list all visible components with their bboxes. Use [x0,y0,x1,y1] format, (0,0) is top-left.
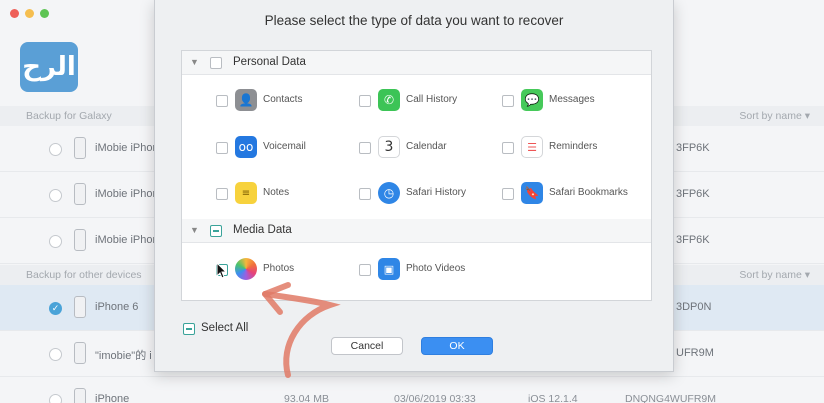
phone-icon [74,342,86,364]
row-radio[interactable] [49,394,62,403]
backup-size: 93.04 MB [284,393,329,403]
device-name: iPhone 6 [95,301,139,313]
select-all-checkbox[interactable] [183,323,195,335]
device-serial: UFR9M [676,347,714,359]
recover-data-dialog: Please select the type of data you want … [154,0,674,372]
messages-icon: 💬 [521,89,543,111]
item-label: Safari Bookmarks [549,187,628,198]
calendar-icon: 3 [378,136,400,158]
item-label: Contacts [263,94,303,105]
ok-button[interactable]: OK [421,337,493,355]
data-type-panel: ▼ Personal Data 👤 Contacts ✆ Call Histor… [181,50,652,301]
item-checkbox[interactable] [359,95,371,107]
phone-icon [74,229,86,251]
item-checkbox[interactable] [359,142,371,154]
data-item-calendar[interactable]: 3 Calendar [359,136,499,160]
notes-icon: ≡ [235,182,257,204]
device-serial: DNQNG4WUFR9M [625,393,716,403]
data-item-voicemail[interactable]: oo Voicemail [216,136,356,160]
group-header-personal[interactable]: ▼ Personal Data [182,51,651,75]
device-name: "imobie"的 i [95,350,152,362]
section-label: Backup for Galaxy [26,110,112,122]
device-serial: 3FP6K [676,142,710,154]
data-item-contacts[interactable]: 👤 Contacts [216,89,356,113]
data-item-safari-history[interactable]: ◷ Safari History [359,182,499,206]
personal-data-checkbox[interactable] [210,57,222,69]
item-checkbox[interactable] [359,188,371,200]
item-checkbox[interactable] [216,95,228,107]
photo-videos-icon: ▣ [378,258,400,280]
group-label: Media Data [233,224,292,236]
device-name: iMobie iPhon [95,234,159,246]
item-label: Photos [263,263,295,274]
item-label: Messages [549,94,595,105]
data-item-call-history[interactable]: ✆ Call History [359,89,499,113]
device-serial: 3FP6K [676,188,710,200]
data-item-photo-videos[interactable]: ▣ Photo Videos [359,258,499,282]
ios-version: iOS 12.1.4 [528,393,578,403]
data-item-messages[interactable]: 💬 Messages [502,89,642,113]
reminders-icon: ☰ [521,136,543,158]
item-label: Notes [263,187,290,198]
cancel-button[interactable]: Cancel [331,337,403,355]
row-radio[interactable] [49,235,62,248]
data-item-reminders[interactable]: ☰ Reminders [502,136,642,160]
window-controls [10,9,49,18]
item-label: Reminders [549,141,598,152]
phone-icon: ✆ [378,89,400,111]
group-header-media[interactable]: ▼ Media Data [182,219,651,243]
phone-icon [74,388,86,403]
item-checkbox[interactable] [502,142,514,154]
device-name: iPhone [95,393,130,403]
row-radio[interactable] [49,143,62,156]
safari-history-icon: ◷ [378,182,400,204]
item-checkbox[interactable] [502,95,514,107]
data-item-photos[interactable]: Photos [216,258,356,282]
device-serial: 3DP0N [676,301,712,313]
row-radio[interactable] [49,189,62,202]
item-checkbox[interactable] [359,264,371,276]
close-window-button[interactable] [10,9,19,18]
photos-icon [235,258,257,280]
data-item-notes[interactable]: ≡ Notes [216,182,356,206]
collapse-triangle-icon[interactable]: ▼ [190,225,199,235]
row-radio[interactable] [49,348,62,361]
item-label: Calendar [406,141,447,152]
row-radio-checked[interactable]: ✓ [49,302,62,315]
phone-icon [74,137,86,159]
safari-bookmarks-icon: 🔖 [521,182,543,204]
device-name: iMobie iPhon [95,142,159,154]
app-logo: الرح [20,42,78,92]
phone-icon [74,296,86,318]
voicemail-icon: oo [235,136,257,158]
item-label: Safari History [406,187,467,198]
backup-row[interactable]: iPhone 93.04 MB 03/06/2019 03:33 iOS 12.… [0,377,824,403]
zoom-window-button[interactable] [40,9,49,18]
data-item-safari-bookmarks[interactable]: 🔖 Safari Bookmarks [502,182,642,206]
dialog-title: Please select the type of data you want … [264,13,564,28]
mouse-cursor-icon [216,262,228,279]
backup-date: 03/06/2019 03:33 [394,393,476,403]
sort-dropdown[interactable]: Sort by name ▾ [739,265,810,285]
item-checkbox[interactable] [502,188,514,200]
contacts-icon: 👤 [235,89,257,111]
group-label: Personal Data [233,56,306,68]
media-data-checkbox[interactable] [210,225,222,237]
device-name: iMobie iPhon [95,188,159,200]
sort-dropdown[interactable]: Sort by name ▾ [739,106,810,126]
collapse-triangle-icon[interactable]: ▼ [190,57,199,67]
select-all-label: Select All [201,322,249,334]
item-label: Voicemail [263,141,306,152]
item-checkbox[interactable] [216,188,228,200]
item-label: Photo Videos [406,263,466,274]
item-checkbox[interactable] [216,142,228,154]
section-label: Backup for other devices [26,269,142,281]
phone-icon [74,183,86,205]
item-label: Call History [406,94,458,105]
minimize-window-button[interactable] [25,9,34,18]
device-serial: 3FP6K [676,234,710,246]
